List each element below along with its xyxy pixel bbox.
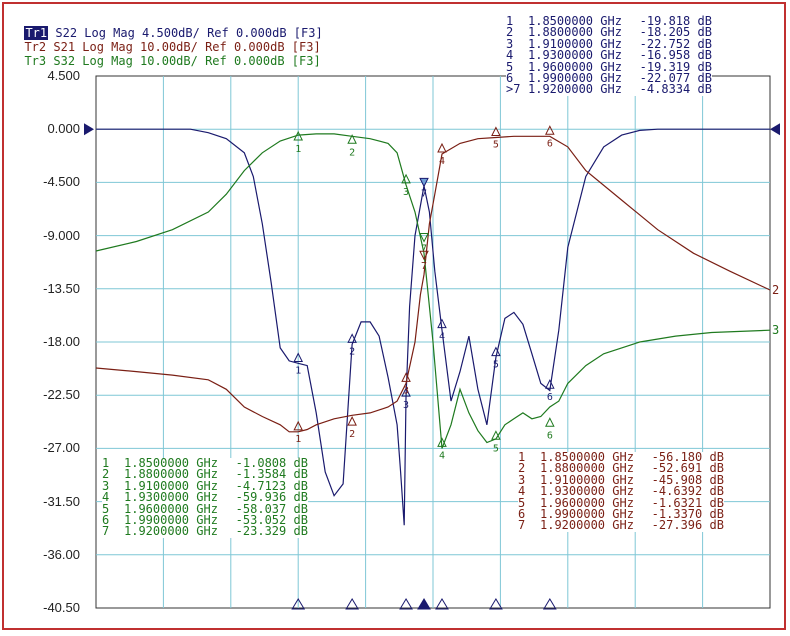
marker-label: 1 <box>295 434 301 445</box>
y-tick-label: -40.50 <box>43 600 80 615</box>
marker-row: >7 1.9200000 GHz -4.8334 dB <box>506 82 712 97</box>
marker-table-tr2: 1 1.8500000 GHz -56.180 dB 2 1.8800000 GHz -5… <box>518 451 724 533</box>
ref-level-right-icon <box>770 123 780 136</box>
marker-label: 3 <box>403 400 409 411</box>
marker-label: 7 <box>421 244 427 255</box>
y-tick-label: -13.50 <box>43 280 80 296</box>
marker-label: 6 <box>547 430 553 441</box>
y-tick-label: -22.50 <box>43 387 80 403</box>
marker-label: 4 <box>439 156 445 167</box>
marker-label: 2 <box>349 429 355 440</box>
marker-value: -4.8334 dB <box>639 82 712 97</box>
marker-row: 7 1.9200000 GHz -27.396 dB <box>518 518 724 533</box>
y-tick-label: -31.50 <box>43 493 80 509</box>
marker-table-tr1: 1 1.8500000 GHz -19.818 dB 2 1.8800000 GHz -1… <box>506 15 712 97</box>
y-tick-label: -27.00 <box>43 440 80 456</box>
marker-label: 1 <box>295 144 301 155</box>
marker-label: 2 <box>349 147 355 158</box>
marker-number: >7 <box>506 82 521 97</box>
y-tick-label: 0.000 <box>47 121 80 137</box>
marker-label: 5 <box>493 443 499 454</box>
marker-label: 7 <box>421 188 427 199</box>
marker-label: 3 <box>403 385 409 396</box>
marker-label: 6 <box>547 392 553 403</box>
marker-label: 1 <box>295 365 301 376</box>
marker-frequency: 1.9200000 GHz <box>540 518 634 533</box>
marker-number: 7 <box>518 518 526 533</box>
marker-label: 4 <box>439 450 445 461</box>
marker-label: 5 <box>493 139 499 150</box>
y-tick-label: -36.00 <box>43 546 80 562</box>
marker-label: 2 <box>349 346 355 357</box>
marker-label: 5 <box>493 360 499 371</box>
marker-number: 7 <box>102 524 110 539</box>
marker-label: 3 <box>403 187 409 198</box>
marker-frequency: 1.9200000 GHz <box>528 82 622 97</box>
trace-end-label: 2 <box>772 283 779 297</box>
marker-label: 7 <box>421 261 427 272</box>
marker-label: 4 <box>439 332 445 343</box>
marker-table-tr3: 1 1.8500000 GHz -1.0808 dB 2 1.8800000 GHz -1… <box>102 457 308 539</box>
trace-end-label: 3 <box>772 323 779 337</box>
marker-label: 6 <box>547 138 553 149</box>
ref-level-left-icon <box>84 123 94 136</box>
trace-tr3-badge[interactable]: Tr3 <box>24 54 46 68</box>
y-tick-label: -4.500 <box>43 174 80 190</box>
y-tick-label: 4.500 <box>47 68 80 83</box>
marker-value: -27.396 dB <box>651 518 724 533</box>
trace-header-tr3[interactable]: Tr3 S32 Log Mag 10.00dB/ Ref 0.000dB [F3… <box>10 42 321 68</box>
y-tick-label: -9.000 <box>43 227 80 243</box>
trace-tr3-text: S32 Log Mag 10.00dB/ Ref 0.000dB [F3] <box>46 54 321 68</box>
marker-row: 7 1.9200000 GHz -23.329 dB <box>102 524 308 539</box>
marker-value: -23.329 dB <box>235 524 308 539</box>
marker-frequency: 1.9200000 GHz <box>124 524 218 539</box>
y-tick-label: -18.00 <box>43 334 80 349</box>
